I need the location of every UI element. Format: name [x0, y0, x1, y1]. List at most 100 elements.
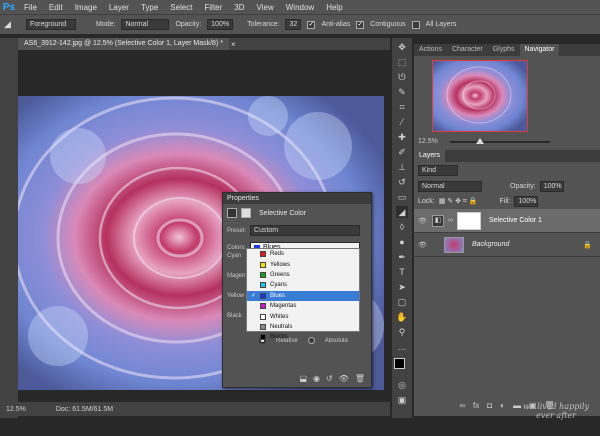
layer-thumbnail[interactable] [444, 236, 464, 253]
color-option-label: Blacks [270, 334, 288, 341]
close-icon[interactable]: × [231, 40, 236, 49]
layer-name[interactable]: Background [472, 241, 509, 248]
anti-alias-checkbox[interactable]: ✓ [307, 20, 316, 29]
color-swatch [260, 334, 266, 341]
menu-image[interactable]: Image [69, 3, 103, 12]
layer-opacity-field[interactable]: 100% [539, 181, 564, 192]
blur-tool-icon[interactable]: ◊ [396, 221, 408, 233]
navigator-thumbnail[interactable] [432, 60, 528, 132]
preset-select[interactable]: Custom [250, 225, 361, 236]
link-layers-icon[interactable]: ∞ [459, 401, 465, 410]
menu-layer[interactable]: Layer [103, 3, 135, 12]
reset-icon[interactable]: ↺ [326, 374, 333, 383]
all-layers-checkbox[interactable] [411, 20, 420, 29]
foreground-color-swatch[interactable] [394, 358, 405, 369]
tab-actions[interactable]: Actions [414, 44, 447, 56]
shape-tool-icon[interactable]: ▢ [396, 296, 408, 308]
tolerance-field[interactable]: 32 [285, 19, 302, 30]
navigator-zoom-slider[interactable] [450, 138, 550, 144]
contiguous-checkbox[interactable]: ✓ [356, 20, 365, 29]
layer-row-selective-color[interactable]: 👁 ◧ ∞ Selective Color 1 [414, 209, 600, 233]
move-tool-icon[interactable]: ✥ [396, 41, 408, 53]
brush-tool-icon[interactable]: ✐ [396, 146, 408, 158]
crop-tool-icon[interactable]: ⌗ [396, 101, 408, 113]
tab-navigator[interactable]: Navigator [519, 44, 560, 56]
menu-select[interactable]: Select [164, 3, 198, 12]
zoom-slider-handle[interactable] [476, 138, 484, 144]
clone-stamp-tool-icon[interactable]: ⊥ [396, 161, 408, 173]
eyedropper-tool-icon[interactable]: ⁄ [396, 116, 408, 128]
marquee-tool-icon[interactable]: ⬚ [396, 56, 408, 68]
anti-alias-label: Anti-alias [321, 21, 351, 28]
delete-icon[interactable]: 🗑 [355, 374, 365, 383]
color-option[interactable]: ✓ Blues [247, 290, 359, 301]
mode-select[interactable]: Normal [121, 19, 170, 30]
fill-field[interactable]: 100% [514, 196, 539, 207]
visibility-eye-icon[interactable]: 👁 [418, 217, 428, 225]
layer-mask-thumbnail[interactable] [457, 211, 481, 230]
menu-file[interactable]: File [18, 3, 43, 12]
paint-bucket-tool-icon[interactable]: ◢ [396, 206, 408, 218]
menu-3d[interactable]: 3D [228, 3, 250, 12]
menu-window[interactable]: Window [280, 3, 320, 12]
visibility-eye-icon[interactable]: 👁 [418, 241, 428, 249]
menu-filter[interactable]: Filter [199, 3, 229, 12]
navigator-zoom[interactable]: 12.5% [418, 138, 438, 145]
status-bar: 12.5% Doc: 61.5M/61.5M [0, 402, 390, 416]
paint-bucket-icon[interactable]: ◢ [4, 19, 20, 31]
opacity-field[interactable]: 100% [207, 19, 234, 30]
visibility-icon[interactable]: 👁 [339, 374, 349, 383]
watermark: we lived happily ever after [512, 402, 600, 420]
color-option[interactable]: Blacks [247, 332, 359, 342]
zoom-readout[interactable]: 12.5% [6, 406, 26, 413]
mask-icon[interactable] [241, 208, 251, 218]
menu-help[interactable]: Help [320, 3, 348, 12]
color-swatch [260, 261, 266, 268]
color-option[interactable]: Cyans [247, 280, 359, 290]
menu-edit[interactable]: Edit [43, 3, 69, 12]
view-previous-icon[interactable]: ◉ [313, 374, 320, 383]
color-option[interactable]: Yellows [247, 259, 359, 269]
color-option[interactable]: Whites [247, 311, 359, 321]
zoom-tool-icon[interactable]: ⚲ [396, 326, 408, 338]
left-toolbar [0, 38, 18, 418]
eraser-tool-icon[interactable]: ▭ [396, 191, 408, 203]
colors-label: Colors: [227, 244, 247, 251]
layer-filter-select[interactable]: Kind [418, 165, 458, 176]
menu-type[interactable]: Type [135, 3, 164, 12]
color-swatches[interactable] [393, 357, 411, 375]
color-option[interactable]: Reds [247, 249, 359, 259]
pen-tool-icon[interactable]: ✒ [396, 251, 408, 263]
layer-row-background[interactable]: 👁 Background 🔒 [414, 233, 600, 257]
adjustment-icon[interactable]: ◐ [500, 401, 505, 410]
color-swatch [260, 282, 266, 289]
menu-view[interactable]: View [251, 3, 280, 12]
dodge-tool-icon[interactable]: ● [396, 236, 408, 248]
blend-mode-select[interactable]: Normal [418, 181, 482, 192]
color-option[interactable]: Magentas [247, 301, 359, 311]
quick-select-tool-icon[interactable]: ✎ [396, 86, 408, 98]
screen-mode-icon[interactable]: ▣ [396, 394, 408, 406]
path-select-tool-icon[interactable]: ➤ [396, 281, 408, 293]
add-mask-icon[interactable]: ◘ [487, 401, 492, 410]
fill-source-select[interactable]: Foreground [26, 19, 76, 30]
hand-tool-icon[interactable]: ✋ [396, 311, 408, 323]
more-tools-icon[interactable]: … [396, 341, 408, 353]
tab-layers[interactable]: Layers [414, 150, 446, 162]
color-option[interactable]: Neutrals [247, 322, 359, 332]
doc-size-readout[interactable]: Doc: 61.5M/61.5M [56, 406, 113, 413]
lasso-tool-icon[interactable]: ᘎ [396, 71, 408, 83]
tab-character[interactable]: Character [447, 44, 488, 56]
healing-brush-tool-icon[interactable]: ✚ [396, 131, 408, 143]
history-brush-tool-icon[interactable]: ↺ [396, 176, 408, 188]
layer-name[interactable]: Selective Color 1 [489, 217, 542, 224]
tab-glyphs[interactable]: Glyphs [488, 44, 520, 56]
quick-mask-icon[interactable]: ◎ [396, 379, 408, 391]
link-icon[interactable]: ∞ [448, 217, 453, 224]
color-option[interactable]: Greens [247, 270, 359, 280]
fx-icon[interactable]: fx [473, 401, 479, 410]
type-tool-icon[interactable]: T [396, 266, 408, 278]
lock-icons[interactable]: ▦ ✎ ✥ ⌗ 🔒 [439, 197, 478, 206]
clip-to-layer-icon[interactable]: ⬓ [299, 374, 307, 383]
document-tab[interactable]: AS6_3912-142.jpg @ 12.5% (Selective Colo… [18, 38, 229, 50]
